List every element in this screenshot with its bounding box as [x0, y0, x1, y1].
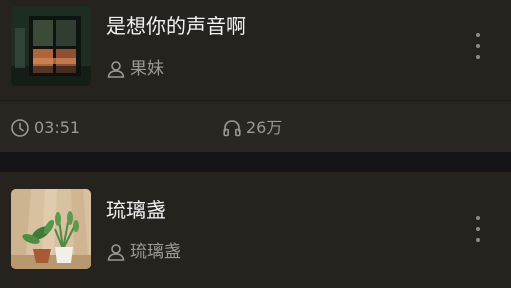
artist-row[interactable]: 果妹: [106, 59, 164, 79]
potted-plant-cover-image: [11, 189, 91, 269]
more-dot: [476, 227, 480, 231]
duration-stat: 03:51: [10, 118, 80, 138]
song-card[interactable]: 是想你的声音啊 果妹 03:51 26万: [0, 0, 511, 152]
artist-row[interactable]: 琉璃盏: [106, 242, 181, 262]
more-dot: [476, 55, 480, 59]
song-list: 是想你的声音啊 果妹 03:51 26万 琉璃盏 琉璃盏: [0, 0, 511, 288]
song-stats: 03:51 26万: [0, 104, 511, 152]
song-title[interactable]: 是想你的声音啊: [106, 14, 246, 38]
window-sunset-cover-image: [11, 6, 91, 86]
headphones-icon: [223, 120, 241, 137]
plays-stat: 26万: [222, 118, 282, 138]
divider: [0, 100, 511, 101]
song-title[interactable]: 琉璃盏: [106, 198, 166, 222]
more-dot: [476, 216, 480, 220]
song-card[interactable]: 琉璃盏 琉璃盏: [0, 172, 511, 288]
more-dot: [476, 33, 480, 37]
clock-icon: [11, 119, 29, 137]
album-cover[interactable]: [11, 6, 91, 86]
artist-name: 果妹: [130, 59, 164, 79]
plays-value: 26万: [246, 118, 283, 137]
more-vertical-icon[interactable]: [468, 214, 488, 244]
person-icon: [107, 244, 125, 261]
artist-name: 琉璃盏: [130, 242, 181, 262]
more-dot: [476, 44, 480, 48]
album-cover[interactable]: [11, 189, 91, 269]
duration-value: 03:51: [34, 118, 81, 137]
more-vertical-icon[interactable]: [468, 31, 488, 61]
more-dot: [476, 238, 480, 242]
person-icon: [107, 61, 125, 78]
